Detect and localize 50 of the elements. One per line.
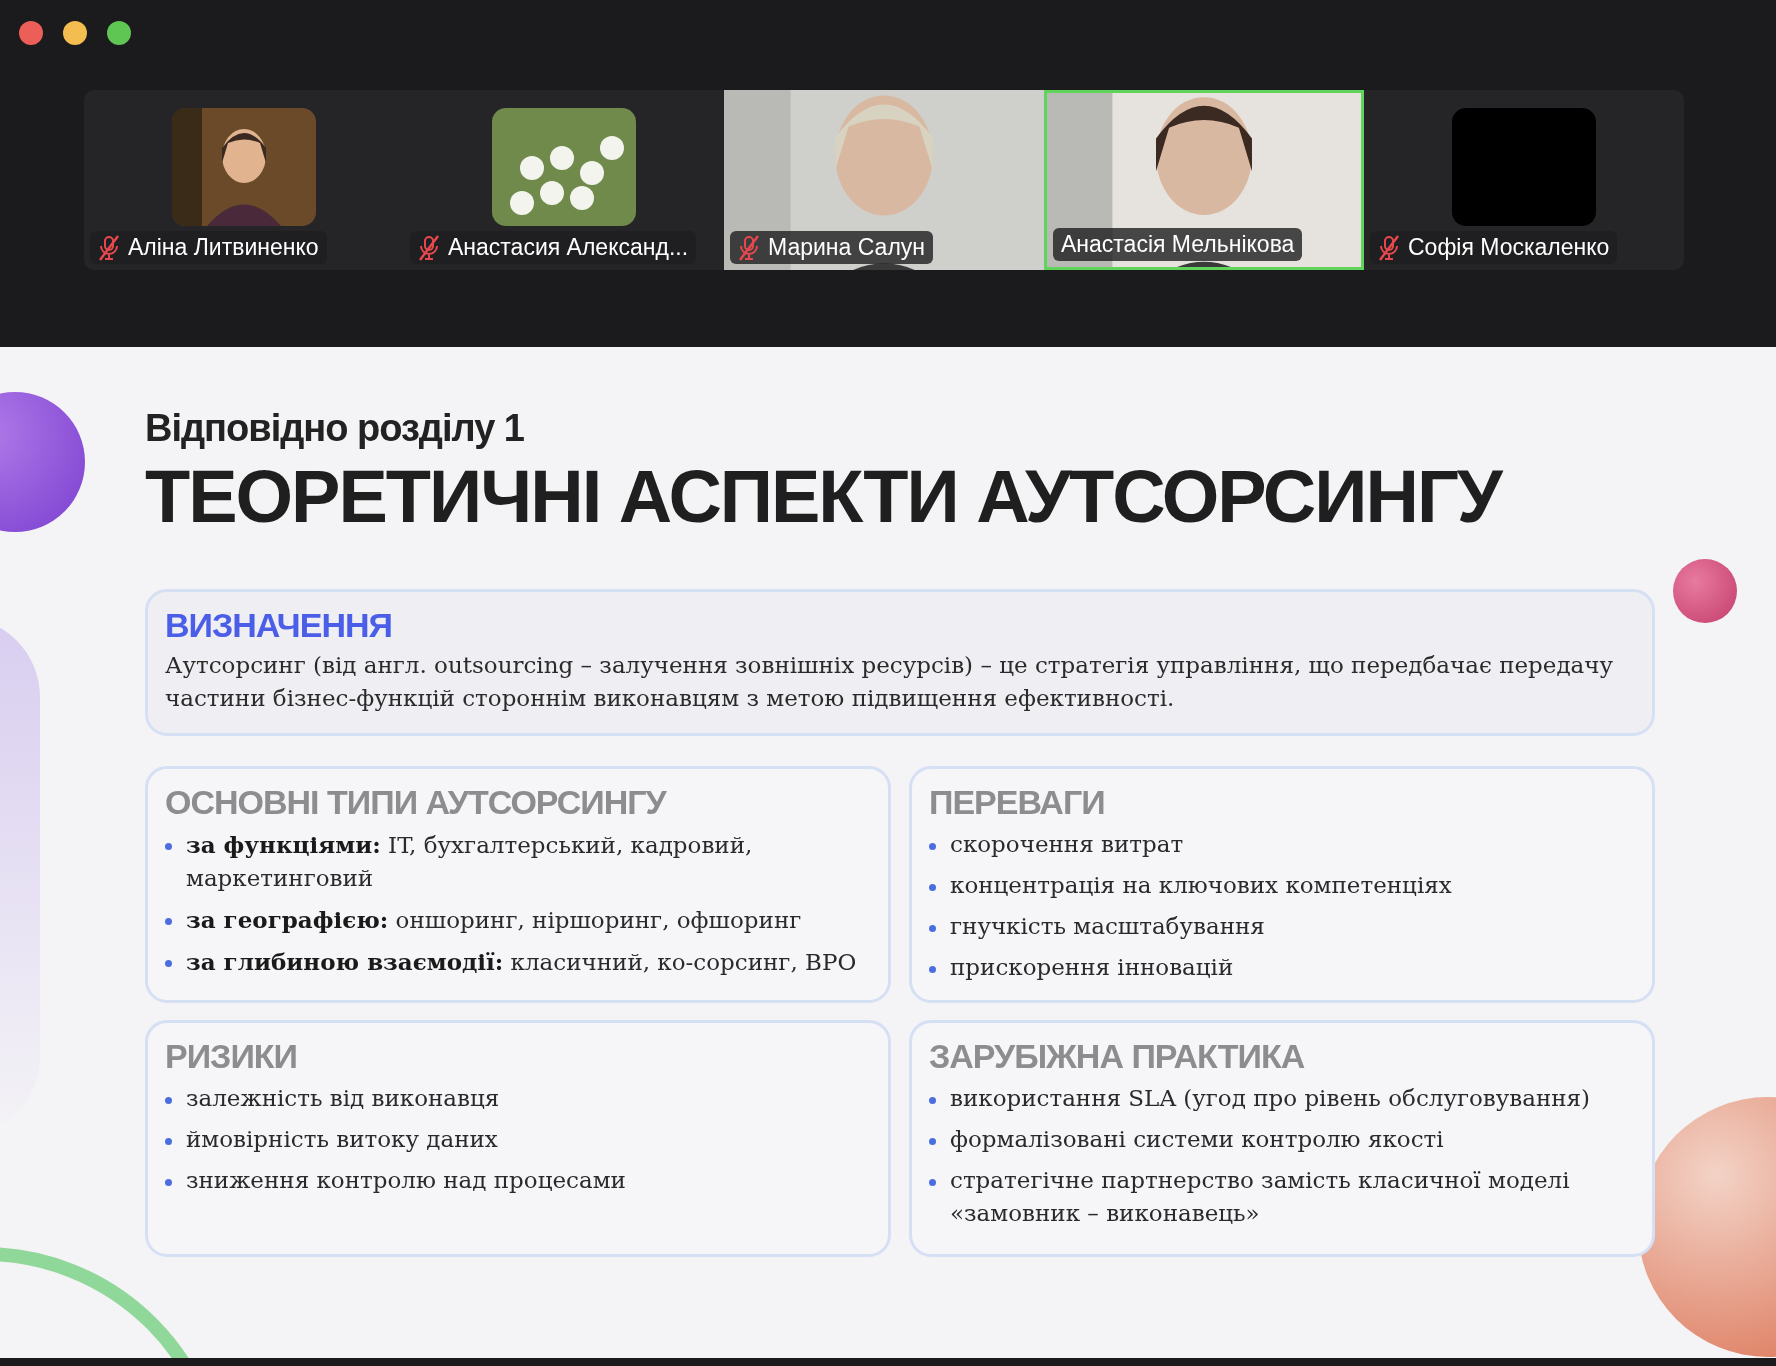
list-item: стратегічне партнерство замість класичної моделі «замовник – виконавець»: [950, 1166, 1571, 1228]
bullet-icon: [165, 960, 172, 967]
list-item: використання SLA (угод про рівень обслуговування): [950, 1084, 1591, 1113]
list-item: гнучкість масштабування: [950, 912, 1265, 941]
muted-microphone-icon: [98, 234, 120, 261]
bullet-icon: [929, 1097, 936, 1104]
participant-tile[interactable]: Марина Салун: [724, 90, 1044, 270]
card-heading: ЗАРУБІЖНА ПРАКТИКА: [929, 1037, 1306, 1076]
list-item: скорочення витрат: [950, 830, 1184, 859]
participant-name: Софія Москаленко: [1370, 231, 1618, 264]
bullet-icon: [929, 966, 936, 973]
close-button[interactable]: [19, 21, 43, 45]
bullet-icon: [929, 843, 936, 850]
list-item: формалізовані системи контролю якості: [950, 1125, 1444, 1154]
list-item: залежність від виконавця: [186, 1084, 500, 1113]
minimize-button[interactable]: [63, 21, 87, 45]
participant-tile[interactable]: Анастасия Александ...: [404, 90, 724, 270]
bullet-icon: [929, 925, 936, 932]
bullet-icon: [929, 1138, 936, 1145]
card-heading: ОСНОВНІ ТИПИ АУТСОРСИНГУ: [165, 783, 668, 822]
definition-text: Аутсорсинг (від англ. outsourcing – залучення зовнішніх ресурсів) – це стратегія управління, що передбачає передачу частини бізнес-функцій стороннім виконавцям з метою підвищення ефективності.: [165, 651, 1615, 713]
list-item: концентрація на ключових компетенціях: [950, 871, 1452, 900]
slide-subtitle: Відповідно розділу 1: [145, 407, 525, 450]
participant-name: Анастасия Александ...: [410, 231, 697, 264]
zoom-button[interactable]: [107, 21, 131, 45]
participant-name: Аліна Литвиненко: [90, 231, 327, 264]
participant-name: Анастасія Мельнікова: [1053, 228, 1303, 261]
participant-tile[interactable]: Софія Москаленко: [1364, 90, 1684, 270]
card-heading: ПЕРЕВАГИ: [929, 783, 1106, 822]
muted-microphone-icon: [418, 234, 440, 261]
bullet-icon: [165, 843, 172, 850]
list-item: за глибиною взаємодії: класичний, ко-сорсинг, BPO: [186, 947, 857, 977]
muted-microphone-icon: [738, 234, 760, 261]
bullet-icon: [165, 1138, 172, 1145]
list-item: ймовірність витоку даних: [186, 1125, 498, 1154]
list-item: прискорення інновацій: [950, 953, 1234, 982]
bullet-icon: [929, 1179, 936, 1186]
bullet-icon: [165, 1179, 172, 1186]
bullet-icon: [929, 884, 936, 891]
participant-tile[interactable]: Анастасія Мельнікова: [1044, 90, 1364, 270]
muted-microphone-icon: [1378, 234, 1400, 261]
slide-title: ТЕОРЕТИЧНІ АСПЕКТИ АУТСОРСИНГУ: [145, 454, 1504, 539]
participant-tile[interactable]: Аліна Литвиненко: [84, 90, 404, 270]
list-item: за географією: оншоринг, ніршоринг, офшоринг: [186, 905, 802, 935]
card-heading: ВИЗНАЧЕННЯ: [165, 606, 393, 645]
bullet-icon: [165, 918, 172, 925]
participant-name: Марина Салун: [730, 231, 933, 264]
list-item: зниження контролю над процесами: [186, 1166, 626, 1195]
bullet-icon: [165, 1097, 172, 1104]
card-heading: РИЗИКИ: [165, 1037, 299, 1076]
